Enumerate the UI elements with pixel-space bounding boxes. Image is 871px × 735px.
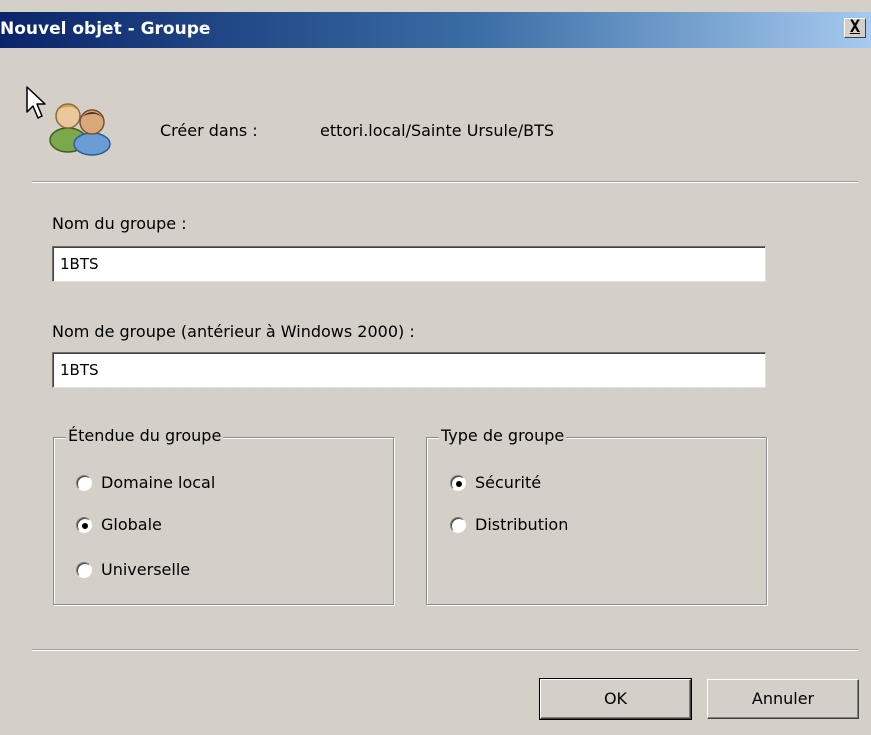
- radio-label: Sécurité: [475, 473, 542, 492]
- create-in-path: ettori.local/Sainte Ursule/BTS: [320, 121, 555, 140]
- users-group-icon: [49, 103, 111, 156]
- radio-label: Globale: [101, 515, 162, 534]
- cancel-button[interactable]: Annuler: [707, 679, 859, 719]
- create-in-label: Créer dans :: [160, 121, 258, 140]
- ok-button[interactable]: OK: [539, 678, 692, 720]
- group-type-legend: Type de groupe: [439, 426, 567, 445]
- separator-top: [32, 181, 858, 183]
- radio-selected-dot: [82, 523, 88, 529]
- radio-circle: [76, 562, 92, 578]
- radio-circle: [450, 475, 466, 491]
- title-bar[interactable]: Nouvel objet - Groupe X: [0, 12, 871, 48]
- pre2000-name-label: Nom de groupe (antérieur à Windows 2000)…: [52, 322, 415, 341]
- close-icon: X: [849, 17, 861, 37]
- radio-circle: [76, 475, 92, 491]
- dialog-body: [10, 48, 871, 735]
- pre2000-name-input[interactable]: 1BTS: [52, 352, 766, 388]
- radio-label: Distribution: [475, 515, 569, 534]
- radio-label: Domaine local: [101, 473, 216, 492]
- window-title: Nouvel objet - Groupe: [0, 19, 211, 39]
- close-button[interactable]: X: [844, 18, 866, 38]
- group-name-label: Nom du groupe :: [52, 214, 187, 233]
- radio-circle: [76, 517, 92, 533]
- separator-bottom: [32, 649, 858, 651]
- group-scope-legend: Étendue du groupe: [66, 426, 224, 445]
- radio-circle: [450, 517, 466, 533]
- group-name-input[interactable]: 1BTS: [52, 246, 766, 282]
- radio-selected-dot: [456, 481, 462, 487]
- radio-label: Universelle: [101, 560, 191, 579]
